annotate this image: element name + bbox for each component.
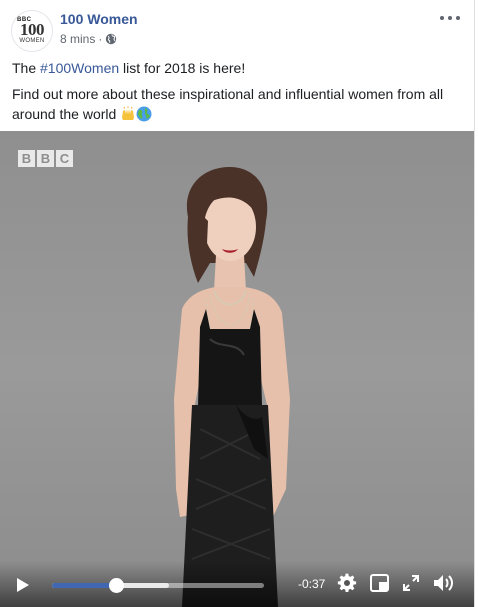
played-bar bbox=[52, 583, 116, 588]
more-options-icon[interactable] bbox=[440, 14, 460, 22]
progress-bar[interactable] bbox=[52, 578, 264, 593]
video-controls: -0:37 bbox=[0, 561, 474, 607]
volume-icon[interactable] bbox=[433, 573, 455, 593]
meta-separator: · bbox=[98, 32, 103, 46]
video-frame-woman bbox=[174, 167, 290, 607]
avatar-women-text: WOMEN bbox=[19, 38, 45, 44]
page-name-link[interactable]: 100 Women bbox=[60, 11, 138, 27]
bbc-letter: B bbox=[18, 150, 35, 167]
post-meta: 8 mins · bbox=[60, 32, 117, 46]
play-icon[interactable] bbox=[14, 577, 30, 593]
globe-icon[interactable] bbox=[105, 33, 117, 45]
page-avatar[interactable]: BBC 100 WOMEN bbox=[11, 10, 53, 52]
scrubber-handle[interactable] bbox=[108, 578, 124, 593]
mini-player-icon[interactable] bbox=[370, 574, 389, 592]
bbc-watermark: B B C bbox=[18, 150, 73, 167]
post-timestamp[interactable]: 8 mins bbox=[60, 32, 95, 46]
post-card: BBC 100 WOMEN 100 Women 8 mins · The #10… bbox=[0, 0, 475, 607]
text-suffix: list for 2018 is here! bbox=[119, 60, 246, 76]
raising-hands-emoji bbox=[122, 106, 135, 120]
video-player[interactable]: B B C -0:37 bbox=[0, 131, 474, 607]
post-text-line-2: Find out more about these inspirational … bbox=[12, 84, 460, 124]
text-prefix: The bbox=[12, 60, 41, 76]
time-remaining: -0:37 bbox=[298, 577, 326, 591]
avatar-100-text: 100 bbox=[20, 20, 45, 39]
text-body: Find out more about these inspirational … bbox=[12, 86, 444, 122]
fullscreen-icon[interactable] bbox=[403, 575, 419, 591]
post-text-line-1: The #100Women list for 2018 is here! bbox=[12, 60, 245, 76]
bbc-letter: C bbox=[56, 150, 73, 167]
settings-gear-icon[interactable] bbox=[337, 573, 357, 593]
globe-emoji bbox=[136, 106, 152, 122]
bbc-letter: B bbox=[37, 150, 54, 167]
hashtag-link[interactable]: #100Women bbox=[40, 60, 119, 76]
